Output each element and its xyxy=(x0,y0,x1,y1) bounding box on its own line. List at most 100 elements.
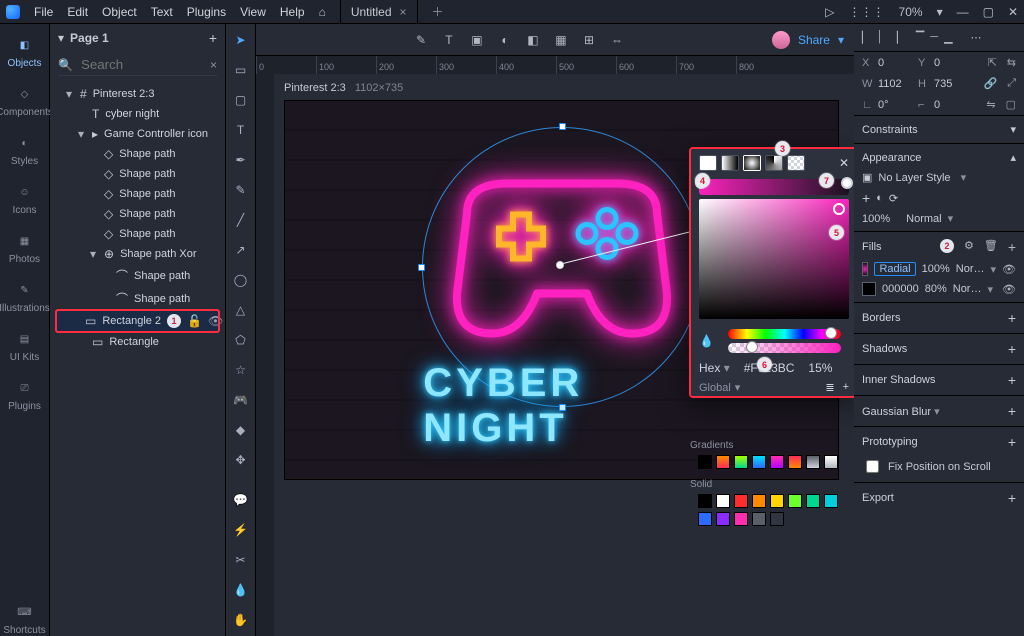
absolute-pos-icon[interactable]: ⇱ xyxy=(988,56,997,69)
fill-visibility-2[interactable]: 👁 xyxy=(1002,283,1016,296)
visibility-icon[interactable]: 👁 xyxy=(208,314,223,328)
more-align-icon[interactable]: ⋯ xyxy=(971,31,982,44)
chevron-up-icon[interactable]: ▴ xyxy=(1010,151,1016,164)
lock-ratio-icon[interactable]: 🔗 xyxy=(983,77,997,90)
align-hcenter-icon[interactable]: │ xyxy=(876,31,883,44)
new-tab-button[interactable]: ＋ xyxy=(432,3,444,20)
window-minimize[interactable]: ― xyxy=(957,5,969,19)
reset-style-icon[interactable]: ⟳ xyxy=(889,192,898,205)
swatch[interactable] xyxy=(698,512,712,526)
palette-add-icon[interactable]: + xyxy=(843,381,849,394)
fill-type-solid[interactable] xyxy=(699,155,717,171)
menu-help[interactable]: Help xyxy=(280,5,305,19)
color-field[interactable] xyxy=(699,199,849,319)
mask-tool-icon[interactable]: ◐ xyxy=(496,31,514,49)
swatch[interactable] xyxy=(770,494,784,508)
cursor-tool[interactable]: ➤ xyxy=(231,30,251,50)
h-input[interactable]: 735 xyxy=(934,78,970,90)
section-prototyping[interactable]: Prototyping xyxy=(862,436,918,448)
star-tool[interactable]: ☆ xyxy=(231,360,251,380)
fill-type-image[interactable] xyxy=(787,155,805,171)
w-input[interactable]: 1102 xyxy=(878,78,914,90)
boolean-tool-icon[interactable]: ◧ xyxy=(524,31,542,49)
swatch[interactable] xyxy=(716,512,730,526)
section-borders[interactable]: Borders xyxy=(862,312,901,324)
swatch[interactable] xyxy=(806,455,820,469)
rail-styles[interactable]: ◐Styles xyxy=(11,134,38,167)
fill-swatch-2[interactable] xyxy=(862,282,876,296)
lock-icon[interactable]: 🔓 xyxy=(187,314,202,328)
flip-h-icon[interactable]: ⇋ xyxy=(986,98,995,111)
sync-style-icon[interactable]: ◐ xyxy=(876,192,883,204)
section-constraints[interactable]: Constraints xyxy=(862,124,918,136)
borders-add-icon[interactable]: + xyxy=(1008,310,1016,326)
color-field-cursor[interactable] xyxy=(833,203,845,215)
text-tool[interactable]: T xyxy=(231,120,251,140)
blur-add-icon[interactable]: + xyxy=(1008,403,1016,419)
section-blur[interactable]: Gaussian Blur xyxy=(862,406,931,418)
pencil-tool[interactable]: ✎ xyxy=(231,180,251,200)
swatch[interactable] xyxy=(770,512,784,526)
frame-tool[interactable]: ▭ xyxy=(231,60,251,80)
chevron-down-icon[interactable]: ▾ xyxy=(838,33,844,47)
align-vcenter-icon[interactable]: ─ xyxy=(930,31,938,44)
menu-object[interactable]: Object xyxy=(102,5,137,19)
zoom-level[interactable]: 70% xyxy=(899,5,923,19)
rail-objects[interactable]: ◧Objects xyxy=(8,36,42,69)
layer-shape-path-4[interactable]: ◇Shape path xyxy=(56,204,219,224)
swatch[interactable] xyxy=(806,494,820,508)
swatch[interactable] xyxy=(752,512,766,526)
menu-edit[interactable]: Edit xyxy=(67,5,88,19)
ellipse-tool[interactable]: ◯ xyxy=(231,270,251,290)
layer-shape-path-7[interactable]: ⌒Shape path xyxy=(56,287,219,310)
layer-search-input[interactable] xyxy=(79,56,189,73)
section-inner-shadows[interactable]: Inner Shadows xyxy=(862,374,935,386)
swatch[interactable] xyxy=(824,455,838,469)
layer-style-select[interactable]: No Layer Style xyxy=(878,172,950,184)
menu-text[interactable]: Text xyxy=(151,5,173,19)
fill-opacity-1[interactable]: 100% xyxy=(922,263,950,275)
hand-tool[interactable]: ✋ xyxy=(231,610,251,630)
chevron-down-icon[interactable]: ▾ xyxy=(58,31,64,45)
edit-tool-icon[interactable]: ✎ xyxy=(412,31,430,49)
document-tab[interactable]: Untitled × xyxy=(340,0,418,24)
layer-shape-path-5[interactable]: ◇Shape path xyxy=(56,224,219,244)
swatch[interactable] xyxy=(734,512,748,526)
rail-photos[interactable]: ▦Photos xyxy=(9,232,40,265)
chevron-down-icon[interactable]: ▾ xyxy=(1010,123,1016,136)
rail-plugins[interactable]: ⎚Plugins xyxy=(8,379,41,412)
layer-group-controller[interactable]: ▾▸Game Controller icon xyxy=(56,124,219,144)
line-tool[interactable]: ╱ xyxy=(231,210,251,230)
inner-shadows-add-icon[interactable]: + xyxy=(1008,372,1016,388)
swatch[interactable] xyxy=(734,455,748,469)
move-tool[interactable]: ✥ xyxy=(231,450,251,470)
resize-icon[interactable]: ⤢ xyxy=(1007,77,1016,90)
fill-type-angular[interactable] xyxy=(765,155,783,171)
fill-visibility-1[interactable]: 👁 xyxy=(1002,263,1016,276)
rail-icons[interactable]: ☺Icons xyxy=(13,183,37,216)
corners-icon[interactable]: ▢ xyxy=(1006,98,1016,111)
play-icon[interactable]: ▷ xyxy=(825,5,834,19)
layer-rectangle[interactable]: ▭Rectangle xyxy=(56,332,219,352)
add-page-button[interactable]: + xyxy=(209,30,217,46)
layer-text-cyber-night[interactable]: Tcyber night xyxy=(56,104,219,124)
layer-shape-path-1[interactable]: ◇Shape path xyxy=(56,144,219,164)
hue-slider[interactable] xyxy=(728,329,841,339)
swatch[interactable] xyxy=(698,494,712,508)
slice-tool[interactable]: ✂ xyxy=(231,550,251,570)
user-avatar[interactable] xyxy=(772,31,790,49)
proto-add-icon[interactable]: + xyxy=(1008,434,1016,450)
fills-add-icon[interactable]: + xyxy=(1008,239,1016,255)
palette-scope[interactable]: Global xyxy=(699,382,731,394)
align-top-icon[interactable]: ▔ xyxy=(916,31,924,44)
section-fills[interactable]: Fills xyxy=(862,241,882,253)
component-tool[interactable]: ◆ xyxy=(231,420,251,440)
swatch[interactable] xyxy=(788,455,802,469)
layer-shape-path-3[interactable]: ◇Shape path xyxy=(56,184,219,204)
flip-icon[interactable]: ⇆ xyxy=(1007,56,1016,69)
pen-tool[interactable]: ✒ xyxy=(231,150,251,170)
fills-settings-icon[interactable]: ⚙ xyxy=(964,239,974,255)
angle-input[interactable]: 0° xyxy=(878,99,914,111)
swatch[interactable] xyxy=(734,494,748,508)
x-input[interactable]: 0 xyxy=(878,57,914,69)
